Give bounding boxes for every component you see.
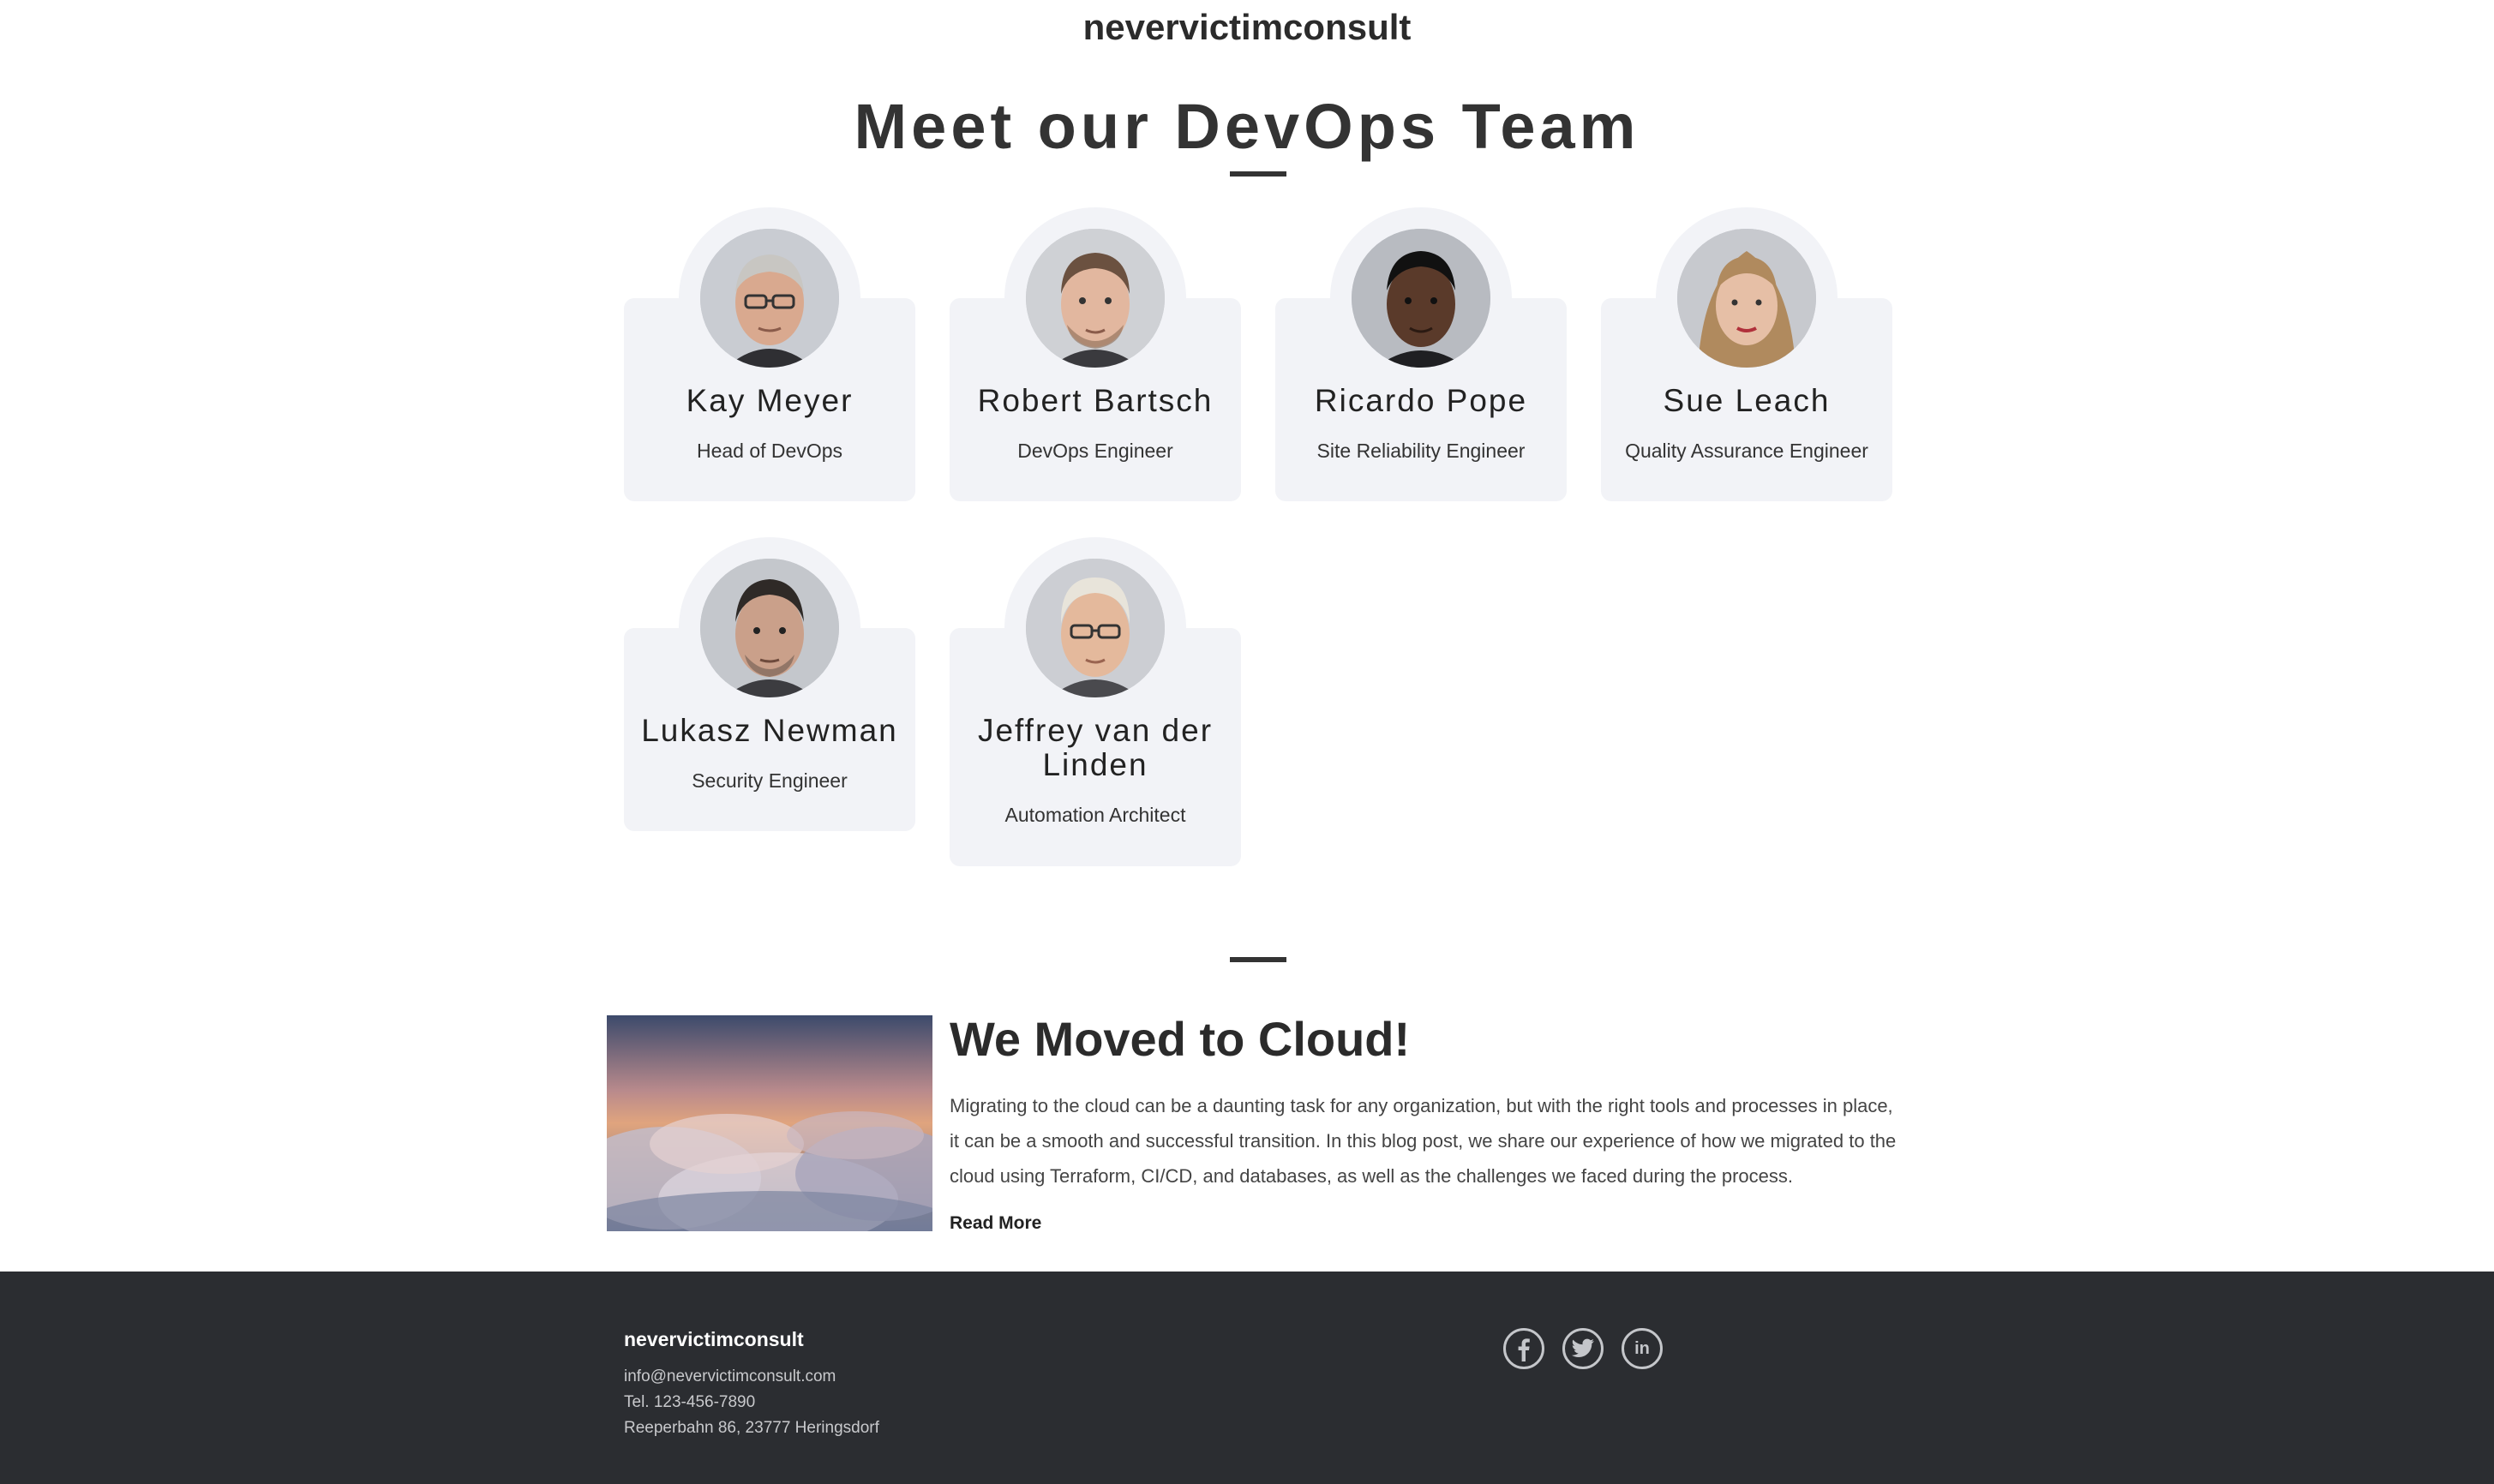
avatar <box>1026 229 1165 368</box>
read-more-link[interactable]: Read More <box>950 1213 1041 1234</box>
post-title[interactable]: We Moved to Cloud! <box>950 1011 1410 1067</box>
team-card: Jeffrey van der Linden Automation Archit… <box>950 537 1241 866</box>
footer-brand: nevervictimconsult <box>624 1328 804 1350</box>
post-excerpt: Migrating to the cloud can be a daunting… <box>950 1095 1897 1187</box>
section-divider <box>1230 957 1286 962</box>
team-card: Lukasz Newman Security Engineer <box>624 537 915 831</box>
avatar <box>1026 559 1165 697</box>
footer-phone: Tel. 123-456-7890 <box>624 1393 756 1411</box>
member-role: Head of DevOps <box>696 440 843 462</box>
footer-email[interactable]: info@nevervictimconsult.com <box>624 1367 836 1386</box>
member-role: Site Reliability Engineer <box>1316 440 1526 462</box>
member-name: Ricardo Pope <box>1314 383 1528 418</box>
member-role: Security Engineer <box>692 769 848 792</box>
team-card: Kay Meyer Head of DevOps <box>624 207 915 501</box>
avatar <box>700 229 839 368</box>
team-card: Ricardo Pope Site Reliability Engineer <box>1275 207 1567 501</box>
member-name: Sue Leach <box>1663 383 1831 418</box>
member-name: Robert Bartsch <box>977 383 1214 418</box>
member-role: Automation Architect <box>1004 804 1186 826</box>
twitter-icon[interactable] <box>1562 1328 1604 1369</box>
team-card: Sue Leach Quality Assurance Engineer <box>1601 207 1892 501</box>
facebook-icon[interactable] <box>1503 1328 1544 1369</box>
team-card: Robert Bartsch DevOps Engineer <box>950 207 1241 501</box>
linkedin-icon[interactable]: in <box>1622 1328 1663 1369</box>
footer: nevervictimconsult info@nevervictimconsu… <box>0 1272 2494 1484</box>
site-brand[interactable]: nevervictimconsult <box>0 7 2494 48</box>
member-role: Quality Assurance Engineer <box>1625 440 1868 462</box>
member-name: Kay Meyer <box>686 383 854 418</box>
avatar <box>1352 229 1490 368</box>
post-image[interactable] <box>607 1015 932 1231</box>
member-name: Lukasz Newman <box>641 713 898 748</box>
avatar <box>700 559 839 697</box>
member-name: Jeffrey van der Linden <box>977 713 1214 782</box>
team-heading: Meet our DevOps Team <box>854 91 1640 162</box>
member-role: DevOps Engineer <box>1017 440 1173 462</box>
heading-divider <box>1230 171 1286 177</box>
avatar <box>1677 229 1816 368</box>
footer-address: Reeperbahn 86, 23777 Heringsdorf <box>624 1419 879 1437</box>
